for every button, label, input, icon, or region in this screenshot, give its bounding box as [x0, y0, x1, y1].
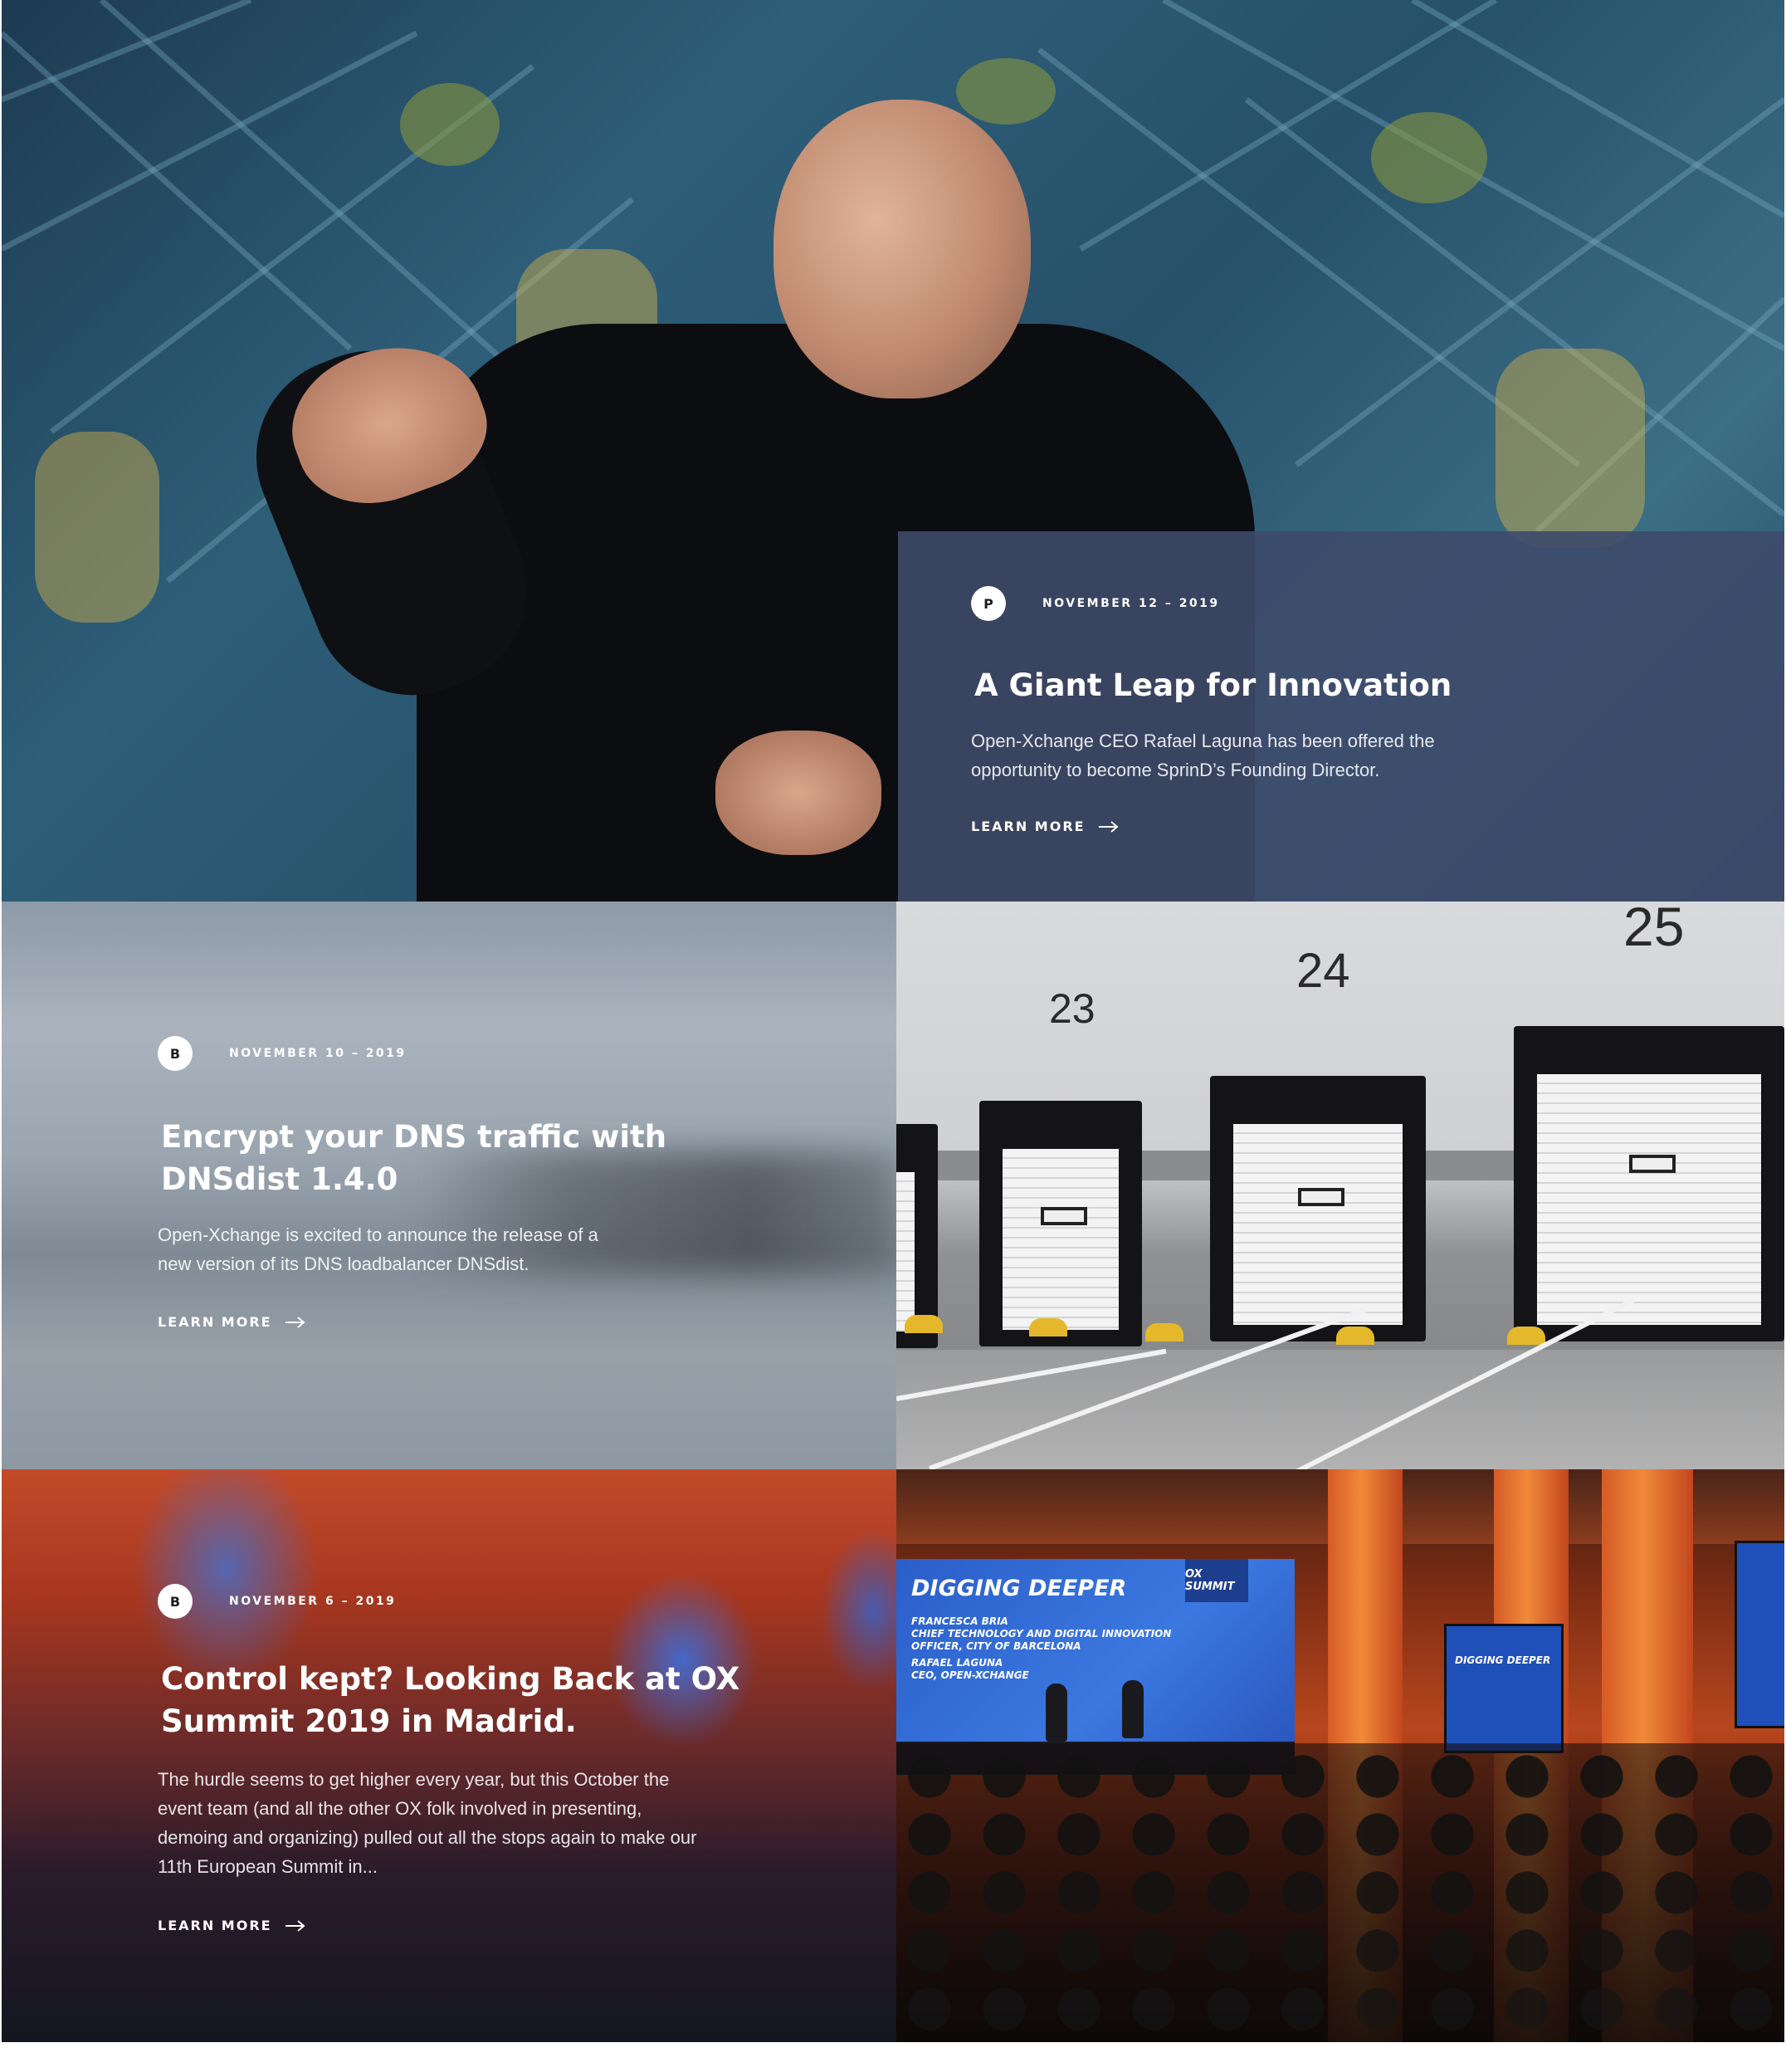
- arrow-right-icon: [1098, 820, 1119, 833]
- panelist: [1122, 1680, 1144, 1738]
- bollard: [1029, 1318, 1067, 1337]
- post-date: NOVEMBER 10 – 2019: [229, 1047, 407, 1060]
- stage-screen: OX SUMMIT DIGGING DEEPER FRANCESCA BRIA …: [896, 1559, 1295, 1742]
- loading-dock: [1514, 1026, 1784, 1341]
- audience: [896, 1743, 1784, 2042]
- category-badge: B: [158, 1584, 193, 1619]
- learn-more-label: LEARN MORE: [158, 1918, 272, 1933]
- category-badge: P: [971, 586, 1006, 621]
- learn-more-link[interactable]: LEARN MORE: [158, 1314, 305, 1330]
- post-description: The hurdle seems to get higher every yea…: [158, 1769, 697, 1877]
- loading-dock: [1210, 1076, 1426, 1341]
- post-title[interactable]: Control kept? Looking Back at OX Summit …: [161, 1658, 742, 1742]
- learn-more-link[interactable]: LEARN MORE: [158, 1918, 305, 1933]
- bollard: [905, 1315, 943, 1333]
- post-description: Open-Xchange CEO Rafael Laguna has been …: [971, 731, 1435, 780]
- learn-more-label: LEARN MORE: [158, 1314, 272, 1330]
- dock-number: 25: [1623, 902, 1685, 957]
- hero-post: P NOVEMBER 12 – 2019 A Giant Leap for In…: [2, 0, 1784, 902]
- screen-line: CEO, OPEN-XCHANGE: [911, 1669, 1029, 1681]
- arrow-right-icon: [285, 1316, 305, 1328]
- side-screen-headline: DIGGING DEEPER: [1455, 1654, 1551, 1666]
- arrow-right-icon: [285, 1919, 305, 1932]
- bollard: [1507, 1327, 1545, 1345]
- panelist: [1046, 1684, 1067, 1742]
- post-meta: B NOVEMBER 10 – 2019: [158, 1036, 407, 1071]
- bollard: [1336, 1327, 1374, 1345]
- speaker-hand-holding-clicker: [715, 731, 881, 855]
- dock-number: 24: [1296, 944, 1350, 998]
- speaker-head: [773, 100, 1031, 398]
- category-badge: B: [158, 1036, 193, 1071]
- screen-line: FRANCESCA BRIA: [911, 1615, 1008, 1627]
- screen-line: RAFAEL LAGUNA: [911, 1657, 1003, 1669]
- side-screen: DIGGING DEEPER: [1444, 1624, 1564, 1753]
- loading-dock: [979, 1101, 1142, 1346]
- screen-line: CHIEF TECHNOLOGY AND DIGITAL INNOVATION: [911, 1628, 1172, 1640]
- post-title[interactable]: A Giant Leap for Innovation: [974, 664, 1721, 706]
- warehouse-loading-docks-photo: 23 24 25: [896, 902, 1784, 1469]
- post-meta: B NOVEMBER 6 – 2019: [158, 1584, 396, 1619]
- summit-logo: OX SUMMIT: [1185, 1559, 1248, 1602]
- post-date: NOVEMBER 12 – 2019: [1042, 597, 1220, 610]
- screen-line: OFFICER, CITY OF BARCELONA: [911, 1640, 1081, 1652]
- post-description: Open-Xchange is excited to announce the …: [158, 1224, 598, 1274]
- learn-more-link[interactable]: LEARN MORE: [971, 819, 1119, 834]
- learn-more-label: LEARN MORE: [971, 819, 1086, 834]
- post-card-ox-summit: B NOVEMBER 6 – 2019 Control kept? Lookin…: [2, 1469, 896, 2042]
- post-date: NOVEMBER 6 – 2019: [229, 1595, 397, 1608]
- hero-post-card: P NOVEMBER 12 – 2019 A Giant Leap for In…: [898, 531, 1784, 902]
- bollard: [1145, 1323, 1183, 1341]
- post-meta: P NOVEMBER 12 – 2019: [971, 586, 1220, 621]
- post-title[interactable]: Encrypt your DNS traffic with DNSdist 1.…: [161, 1116, 692, 1200]
- screen-headline: DIGGING DEEPER: [911, 1576, 1127, 1601]
- post-card-dnsdist: B NOVEMBER 10 – 2019 Encrypt your DNS tr…: [2, 902, 896, 1469]
- summit-audience-photo: OX SUMMIT DIGGING DEEPER FRANCESCA BRIA …: [896, 1469, 1784, 2042]
- dock-number: 23: [1049, 985, 1096, 1032]
- side-screen: [1735, 1541, 1784, 1728]
